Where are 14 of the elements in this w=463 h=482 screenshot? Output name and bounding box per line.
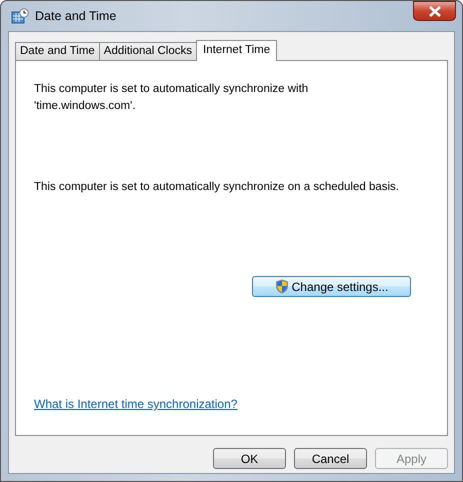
dialog-button[interactable]: Cancel	[294, 448, 367, 469]
tab[interactable]: Internet Time	[196, 40, 278, 61]
tab[interactable]: Additional Clocks	[98, 42, 198, 60]
close-button[interactable]	[413, 1, 456, 21]
shield-icon	[274, 279, 289, 294]
sync-server-text: This computer is set to automatically synchronize with 'time.windows.com'.	[34, 82, 310, 114]
window-title: Date and Time	[35, 8, 118, 25]
dialog-button[interactable]: OK	[213, 448, 286, 469]
help-link[interactable]: What is Internet time synchronization?	[34, 395, 238, 413]
change-settings-button[interactable]: Change settings...	[252, 276, 411, 297]
close-icon	[428, 6, 442, 16]
tab[interactable]: Date and Time	[15, 42, 100, 60]
schedule-text: This computer is set to automatically synchronize on a scheduled basis.	[34, 180, 400, 195]
calendar-clock-icon	[11, 8, 29, 24]
